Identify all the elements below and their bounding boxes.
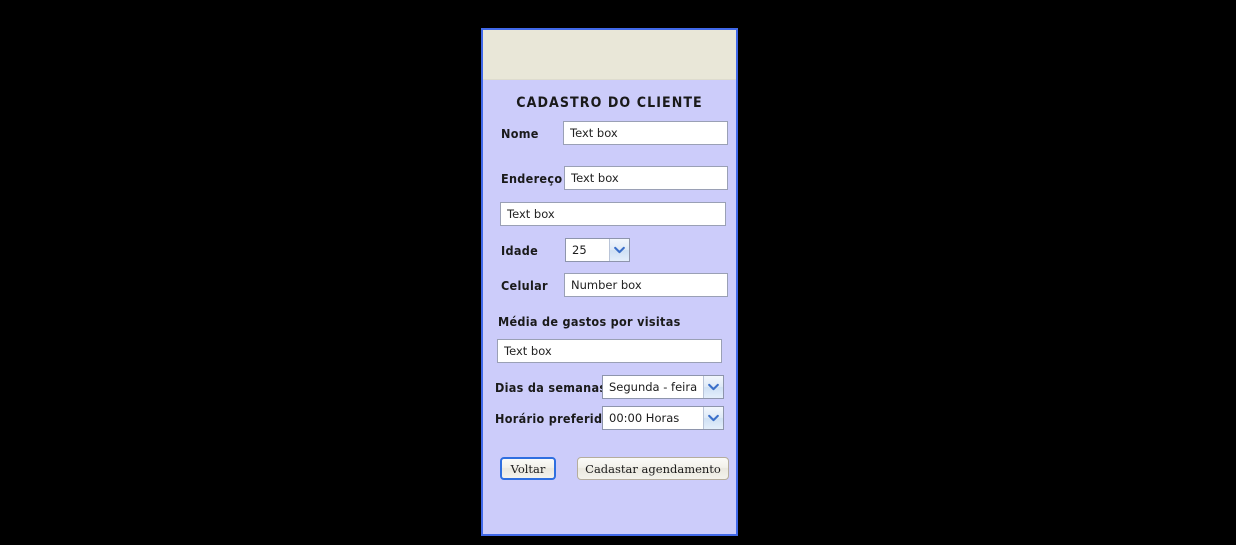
select-dias-semana-value: Segunda - feira [609,380,698,394]
cadastro-cliente-window: CADASTRO DO CLIENTE Nome Endereço Idade … [481,28,738,536]
field-row-celular: Celular [501,273,728,297]
field-row-endereco-linha2 [500,202,726,226]
label-nome: Nome [501,125,539,141]
label-horario: Horário preferido [495,410,611,426]
input-endereco[interactable] [564,166,728,190]
input-endereco-linha2[interactable] [500,202,726,226]
chevron-down-icon [703,376,723,398]
label-row-media-gastos: Média de gastos por visitas [498,314,681,329]
submit-button[interactable]: Cadastar agendamento [577,457,729,480]
field-row-dias-semana: Dias da semanas Segunda - feira [495,375,724,399]
page-title: CADASTRO DO CLIENTE [516,95,703,111]
label-endereco: Endereço [501,170,563,186]
label-dias-semana: Dias da semanas [495,379,607,395]
field-row-idade: Idade 25 [501,238,630,262]
field-row-endereco: Endereço [501,166,728,190]
field-row-horario: Horário preferido 00:00 Horas [495,406,724,430]
screen-root: CADASTRO DO CLIENTE Nome Endereço Idade … [0,0,1236,545]
label-media-gastos: Média de gastos por visitas [498,314,681,329]
form-actions: Voltar Cadastar agendamento [500,457,729,480]
label-idade: Idade [501,242,538,258]
field-row-nome: Nome [501,121,728,145]
back-button[interactable]: Voltar [500,457,556,480]
select-horario-value: 00:00 Horas [609,411,680,425]
chevron-down-icon [703,407,723,429]
field-row-media-gastos [497,339,722,363]
chevron-down-icon [609,239,629,261]
input-celular[interactable] [564,273,728,297]
select-dias-semana[interactable]: Segunda - feira [602,375,724,399]
select-horario[interactable]: 00:00 Horas [602,406,724,430]
label-celular: Celular [501,277,548,293]
form-body: CADASTRO DO CLIENTE Nome Endereço Idade … [483,80,736,534]
input-media-gastos[interactable] [497,339,722,363]
input-nome[interactable] [563,121,728,145]
select-idade-value: 25 [572,243,587,257]
window-header-bar [483,30,736,80]
select-idade[interactable]: 25 [565,238,630,262]
